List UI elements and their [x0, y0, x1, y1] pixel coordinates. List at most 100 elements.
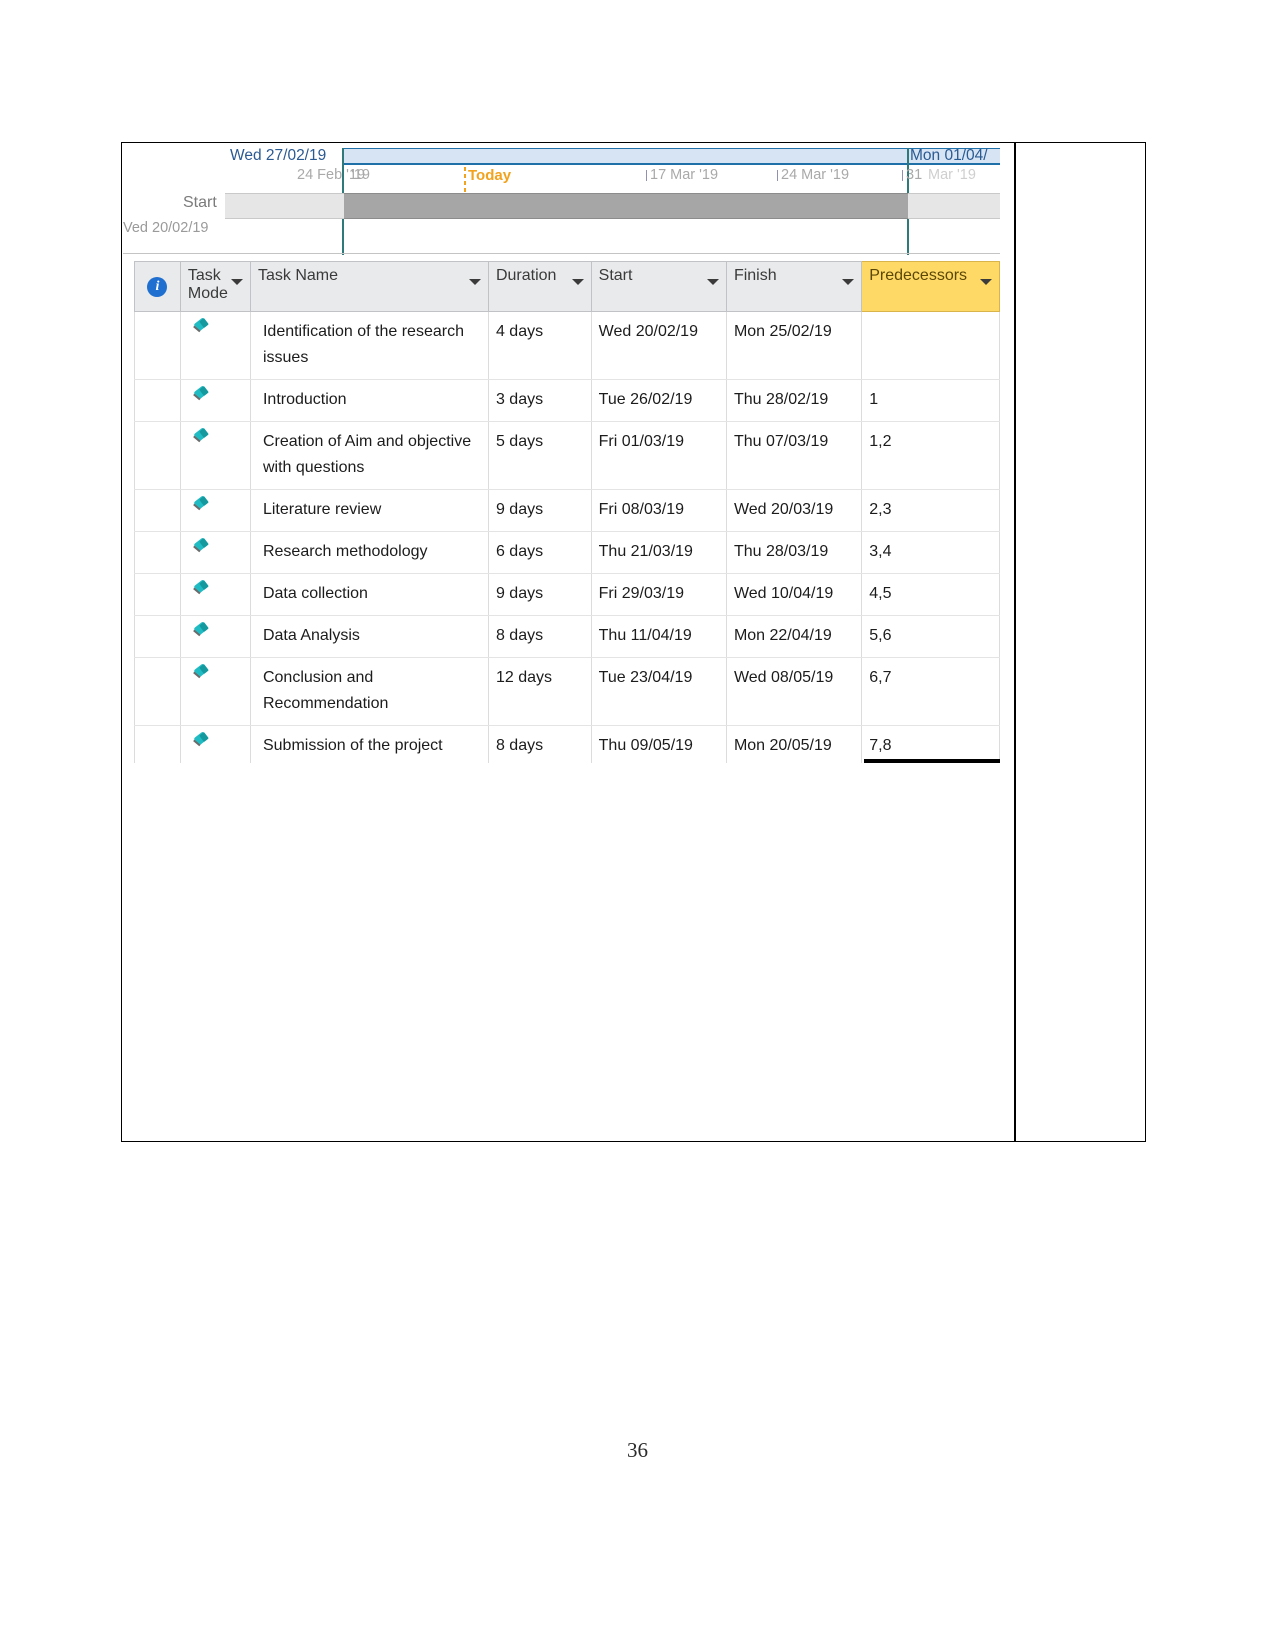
- timeline-today-label: Today: [468, 167, 512, 184]
- cell-duration[interactable]: 8 days: [487, 725, 592, 763]
- cell-start-date[interactable]: Fri 08/03/19: [590, 489, 727, 532]
- cell-task-mode[interactable]: [179, 379, 251, 422]
- cell-predecessors[interactable]: 6,7: [861, 657, 1000, 726]
- gantt-chart-screenshot: Wed 27/02/19 Mon 01/04/ 24 Feb '19 '19 1…: [123, 143, 1000, 763]
- cell-predecessors[interactable]: 3,4: [861, 531, 1000, 574]
- cell-start-date[interactable]: Tue 26/02/19: [590, 379, 727, 422]
- cell-duration[interactable]: 9 days: [487, 489, 592, 532]
- column-header-start[interactable]: Start: [590, 261, 727, 312]
- cell-finish-date[interactable]: Thu 07/03/19: [725, 421, 863, 490]
- cell-info[interactable]: [134, 573, 181, 616]
- cell-predecessors[interactable]: 7,8: [861, 725, 1000, 763]
- column-header-task-mode[interactable]: Task Mode: [179, 261, 251, 312]
- cell-task-name[interactable]: Data Analysis: [249, 615, 489, 658]
- timeline-tick-label: '19: [351, 167, 370, 183]
- cell-duration[interactable]: 8 days: [487, 615, 592, 658]
- cell-task-name[interactable]: Creation of Aim and objective with quest…: [249, 421, 489, 490]
- cell-task-mode[interactable]: [179, 531, 251, 574]
- column-header-info[interactable]: i: [134, 261, 181, 312]
- cell-finish-date[interactable]: Wed 10/04/19: [725, 573, 863, 616]
- cell-info[interactable]: [134, 379, 181, 422]
- timeline-tick-label: 17 Mar '19: [646, 167, 718, 183]
- cell-info[interactable]: [134, 489, 181, 532]
- table-row[interactable]: Introduction 3 days Tue 26/02/19 Thu 28/02/…: [134, 379, 1000, 422]
- timeline-tick-row: 24 Feb '19 '19 17 Mar '19 24 Mar '19 31 …: [123, 167, 1000, 193]
- column-header-finish[interactable]: Finish: [725, 261, 863, 312]
- cell-duration[interactable]: 6 days: [487, 531, 592, 574]
- timeline-highlight-bar: [342, 148, 1000, 165]
- timeline-bar-date: Ved 20/02/19: [123, 220, 209, 236]
- cell-start-date[interactable]: Fri 01/03/19: [590, 421, 727, 490]
- cell-duration[interactable]: 4 days: [487, 311, 592, 380]
- column-header-predecessors-label: Predecessors: [869, 267, 968, 284]
- cell-start-date[interactable]: Tue 23/04/19: [590, 657, 727, 726]
- chevron-down-icon[interactable]: [571, 279, 584, 285]
- cell-start-date[interactable]: Thu 21/03/19: [590, 531, 727, 574]
- cell-task-mode[interactable]: [179, 725, 251, 763]
- cell-start-date[interactable]: Thu 11/04/19: [590, 615, 727, 658]
- chevron-down-icon[interactable]: [468, 279, 481, 285]
- cell-finish-date[interactable]: Thu 28/02/19: [725, 379, 863, 422]
- cell-info[interactable]: [134, 615, 181, 658]
- cell-info[interactable]: [134, 725, 181, 763]
- column-header-task-name-label: Task Name: [257, 267, 338, 284]
- cell-start-date[interactable]: Fri 29/03/19: [590, 573, 727, 616]
- cell-task-mode[interactable]: [179, 657, 251, 726]
- chevron-down-icon[interactable]: [706, 279, 719, 285]
- table-row[interactable]: Identification of the research issues 4 d…: [134, 311, 1000, 380]
- cell-task-name[interactable]: Conclusion and Recommendation: [249, 657, 489, 726]
- cell-finish-date[interactable]: Wed 08/05/19: [725, 657, 863, 726]
- cell-predecessors[interactable]: 1: [861, 379, 1000, 422]
- cell-info[interactable]: [134, 657, 181, 726]
- cell-duration[interactable]: 3 days: [487, 379, 592, 422]
- info-icon: i: [147, 276, 168, 297]
- cell-task-mode[interactable]: [179, 489, 251, 532]
- pushpin-icon: [191, 537, 209, 559]
- cell-task-name[interactable]: Identification of the research issues: [249, 311, 489, 380]
- chevron-down-icon[interactable]: [842, 279, 855, 285]
- table-row[interactable]: Literature review 9 days Fri 08/03/19 Wed 2…: [134, 489, 1000, 532]
- cell-task-name[interactable]: Literature review: [249, 489, 489, 532]
- cell-finish-date[interactable]: Thu 28/03/19: [725, 531, 863, 574]
- cell-predecessors[interactable]: 4,5: [861, 573, 1000, 616]
- cell-info[interactable]: [134, 421, 181, 490]
- table-row[interactable]: Research methodology 6 days Thu 21/03/19 Th…: [134, 531, 1000, 574]
- timeline-start-label: Wed 27/02/19: [230, 147, 327, 164]
- cell-finish-date[interactable]: Mon 25/02/19: [725, 311, 863, 380]
- cell-info[interactable]: [134, 531, 181, 574]
- cell-task-mode[interactable]: [179, 311, 251, 380]
- cell-task-mode[interactable]: [179, 421, 251, 490]
- cell-task-mode[interactable]: [179, 573, 251, 616]
- cell-task-mode[interactable]: [179, 615, 251, 658]
- table-row[interactable]: Data Analysis 8 days Thu 11/04/19 Mon 22/04…: [134, 615, 1000, 658]
- cell-predecessors[interactable]: [861, 311, 1000, 380]
- table-row[interactable]: Data collection 9 days Fri 29/03/19 Wed 10/…: [134, 573, 1000, 616]
- cell-predecessors[interactable]: 1,2: [861, 421, 1000, 490]
- cell-task-name[interactable]: Submission of the project: [249, 725, 489, 763]
- timeline-summary-bar-row: [123, 193, 1000, 219]
- column-header-predecessors[interactable]: Predecessors: [861, 261, 1000, 312]
- column-header-task-name[interactable]: Task Name: [249, 261, 489, 312]
- cell-start-date[interactable]: Thu 09/05/19: [590, 725, 727, 763]
- pushpin-icon: [191, 663, 209, 685]
- cell-duration[interactable]: 12 days: [487, 657, 592, 726]
- chevron-down-icon[interactable]: [230, 279, 243, 285]
- table-row[interactable]: Conclusion and Recommendation 12 days Tue …: [134, 657, 1000, 726]
- cell-task-name[interactable]: Introduction: [249, 379, 489, 422]
- table-row[interactable]: Submission of the project 8 days Thu 09/05…: [134, 725, 1000, 763]
- chevron-down-icon[interactable]: [980, 279, 992, 285]
- column-header-duration[interactable]: Duration: [487, 261, 592, 312]
- table-row[interactable]: Creation of Aim and objective with quest…: [134, 421, 1000, 490]
- cell-duration[interactable]: 9 days: [487, 573, 592, 616]
- cell-task-name[interactable]: Data collection: [249, 573, 489, 616]
- cell-duration[interactable]: 5 days: [487, 421, 592, 490]
- cell-finish-date[interactable]: Mon 20/05/19: [725, 725, 863, 763]
- cell-predecessors[interactable]: 2,3: [861, 489, 1000, 532]
- cell-predecessors[interactable]: 5,6: [861, 615, 1000, 658]
- cell-start-date[interactable]: Wed 20/02/19: [590, 311, 727, 380]
- task-table: i Task Mode Task Name Duration Start Fin…: [134, 261, 1000, 763]
- cell-finish-date[interactable]: Mon 22/04/19: [725, 615, 863, 658]
- cell-info[interactable]: [134, 311, 181, 380]
- cell-finish-date[interactable]: Wed 20/03/19: [725, 489, 863, 532]
- cell-task-name[interactable]: Research methodology: [249, 531, 489, 574]
